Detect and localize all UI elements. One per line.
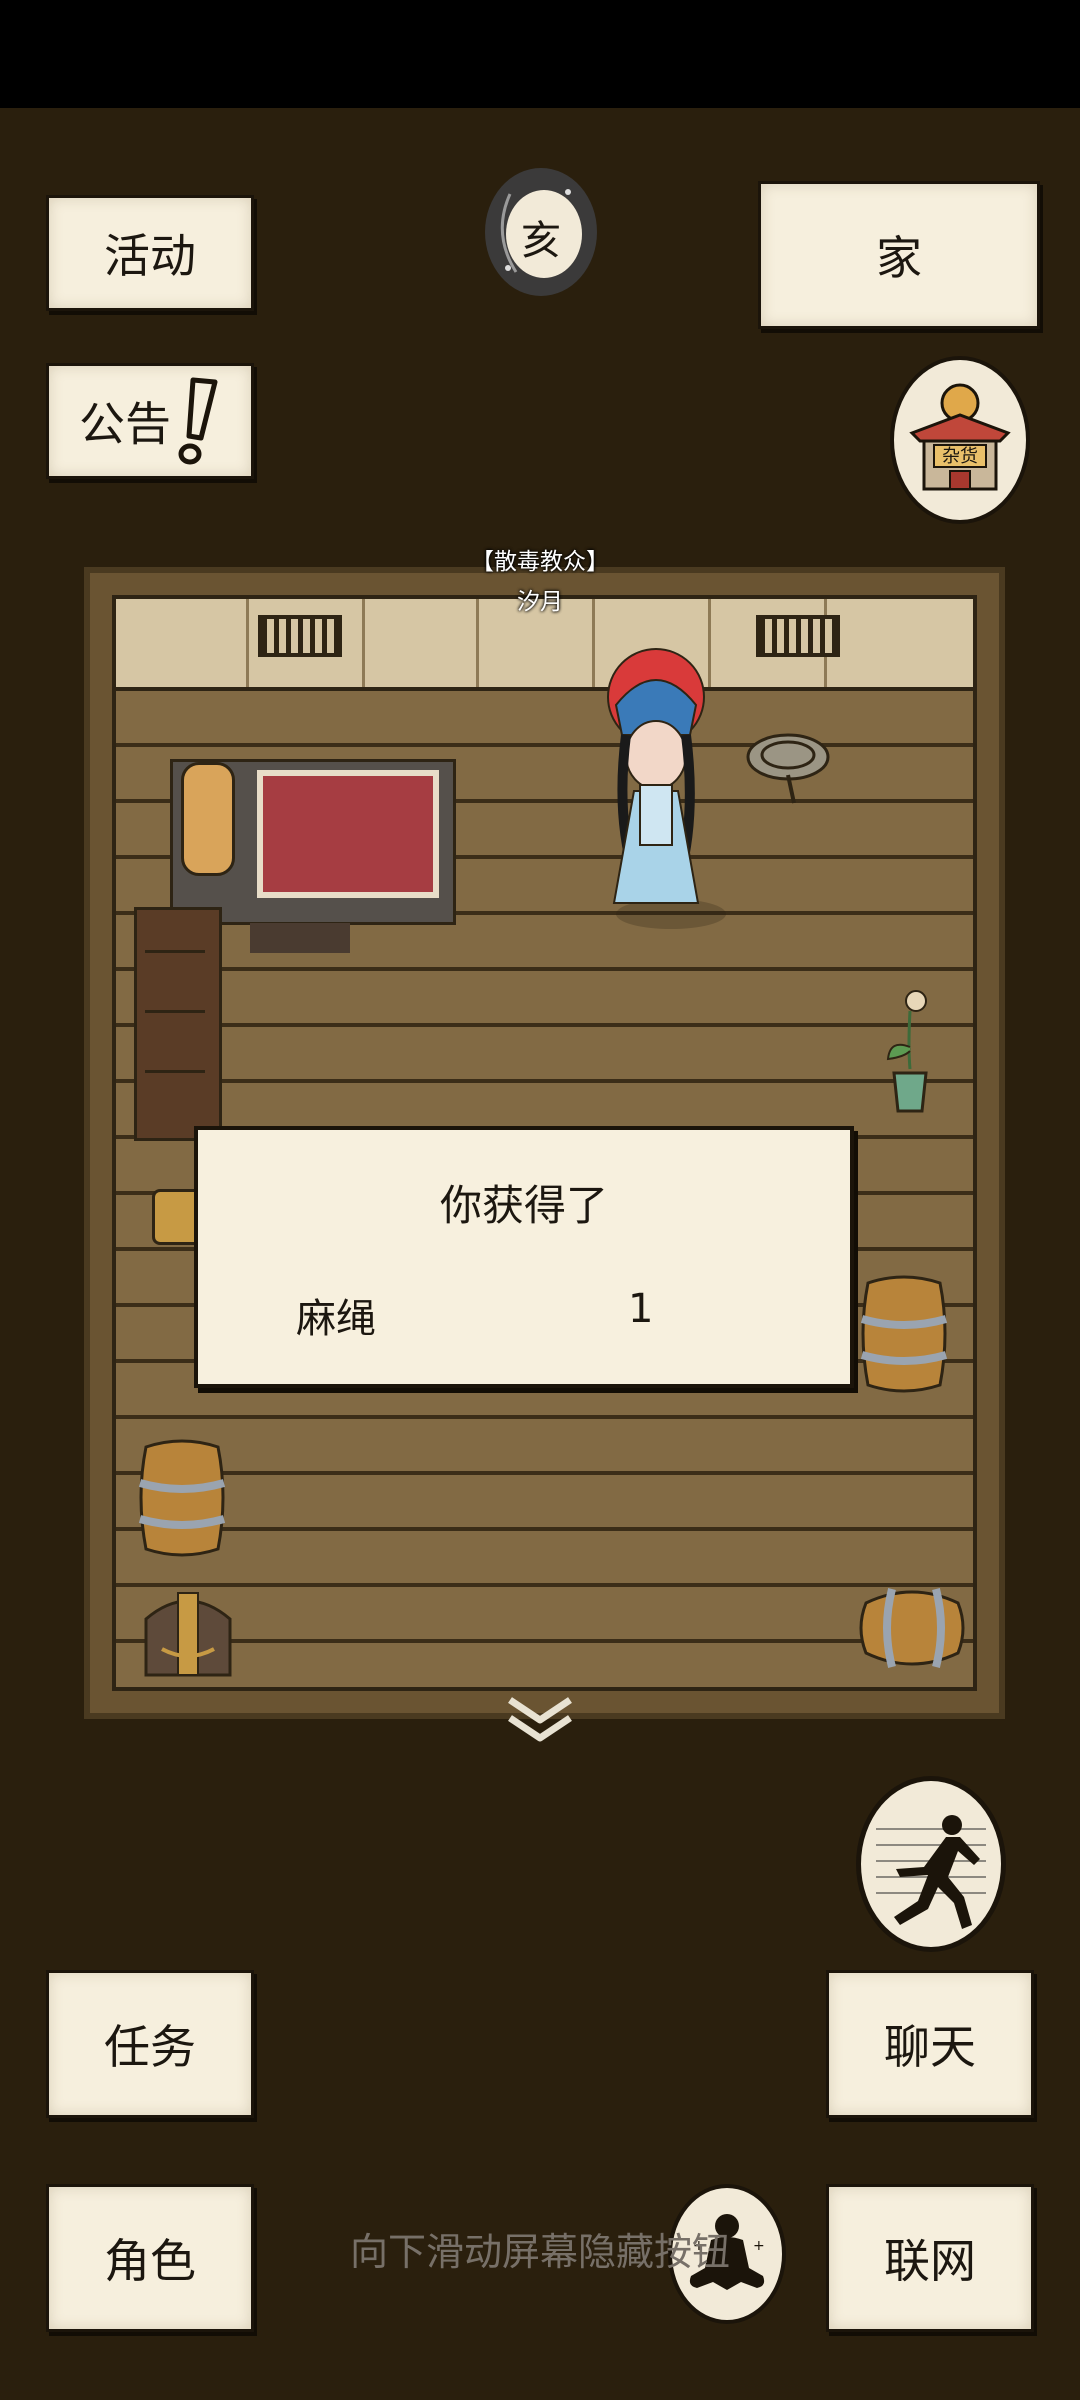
home-label: 家 <box>876 231 922 285</box>
events-label: 活动 <box>104 229 196 283</box>
bookshelf[interactable] <box>134 907 222 1141</box>
run-icon <box>876 1815 986 1929</box>
swipe-hint: 向下滑动屏幕隐藏按钮 <box>349 2230 730 2274</box>
barrel-on-side[interactable] <box>852 1573 972 1683</box>
notice-button[interactable]: 公告 <box>46 363 254 479</box>
character-title: 【散毒教众】 <box>471 549 609 575</box>
shop-sign: 杂货 <box>942 446 978 467</box>
wall-vent <box>756 615 840 657</box>
reward-item-name: 麻绳 <box>296 1296 376 1342</box>
potted-plant[interactable] <box>880 987 940 1117</box>
events-button[interactable]: 活动 <box>46 195 254 311</box>
reward-dialog[interactable]: 你获得了 麻绳 1 <box>194 1126 854 1388</box>
status-bar <box>0 0 1080 108</box>
barrel[interactable] <box>136 1433 228 1563</box>
chat-button[interactable]: 聊天 <box>826 1970 1034 2118</box>
chat-label: 聊天 <box>884 2020 976 2074</box>
home-button[interactable]: 家 <box>758 181 1040 329</box>
reward-item-quantity: 1 <box>628 1286 654 1332</box>
treasure-chest[interactable] <box>140 1583 236 1683</box>
character-name: 汐月 <box>517 589 563 615</box>
reward-dialog-title: 你获得了 <box>439 1181 608 1230</box>
double-chevron-down-icon[interactable] <box>504 1694 576 1746</box>
bed-step <box>250 923 350 953</box>
wall-vent <box>258 615 342 657</box>
barrel[interactable] <box>858 1269 950 1399</box>
general-store-icon <box>909 383 1011 491</box>
exclamation-icon <box>178 377 218 465</box>
time-glyph: 亥 <box>521 218 561 264</box>
general-store-button[interactable]: 杂货 <box>890 356 1030 524</box>
rope-coil[interactable] <box>742 719 838 809</box>
moon-time-badge[interactable]: 亥 <box>482 164 600 300</box>
run-button[interactable] <box>856 1776 1006 1952</box>
opera-character[interactable] <box>586 635 726 925</box>
notice-label: 公告 <box>79 397 171 451</box>
bed[interactable] <box>170 759 456 925</box>
quest-label: 任务 <box>104 2020 196 2074</box>
quest-button[interactable]: 任务 <box>46 1970 254 2118</box>
